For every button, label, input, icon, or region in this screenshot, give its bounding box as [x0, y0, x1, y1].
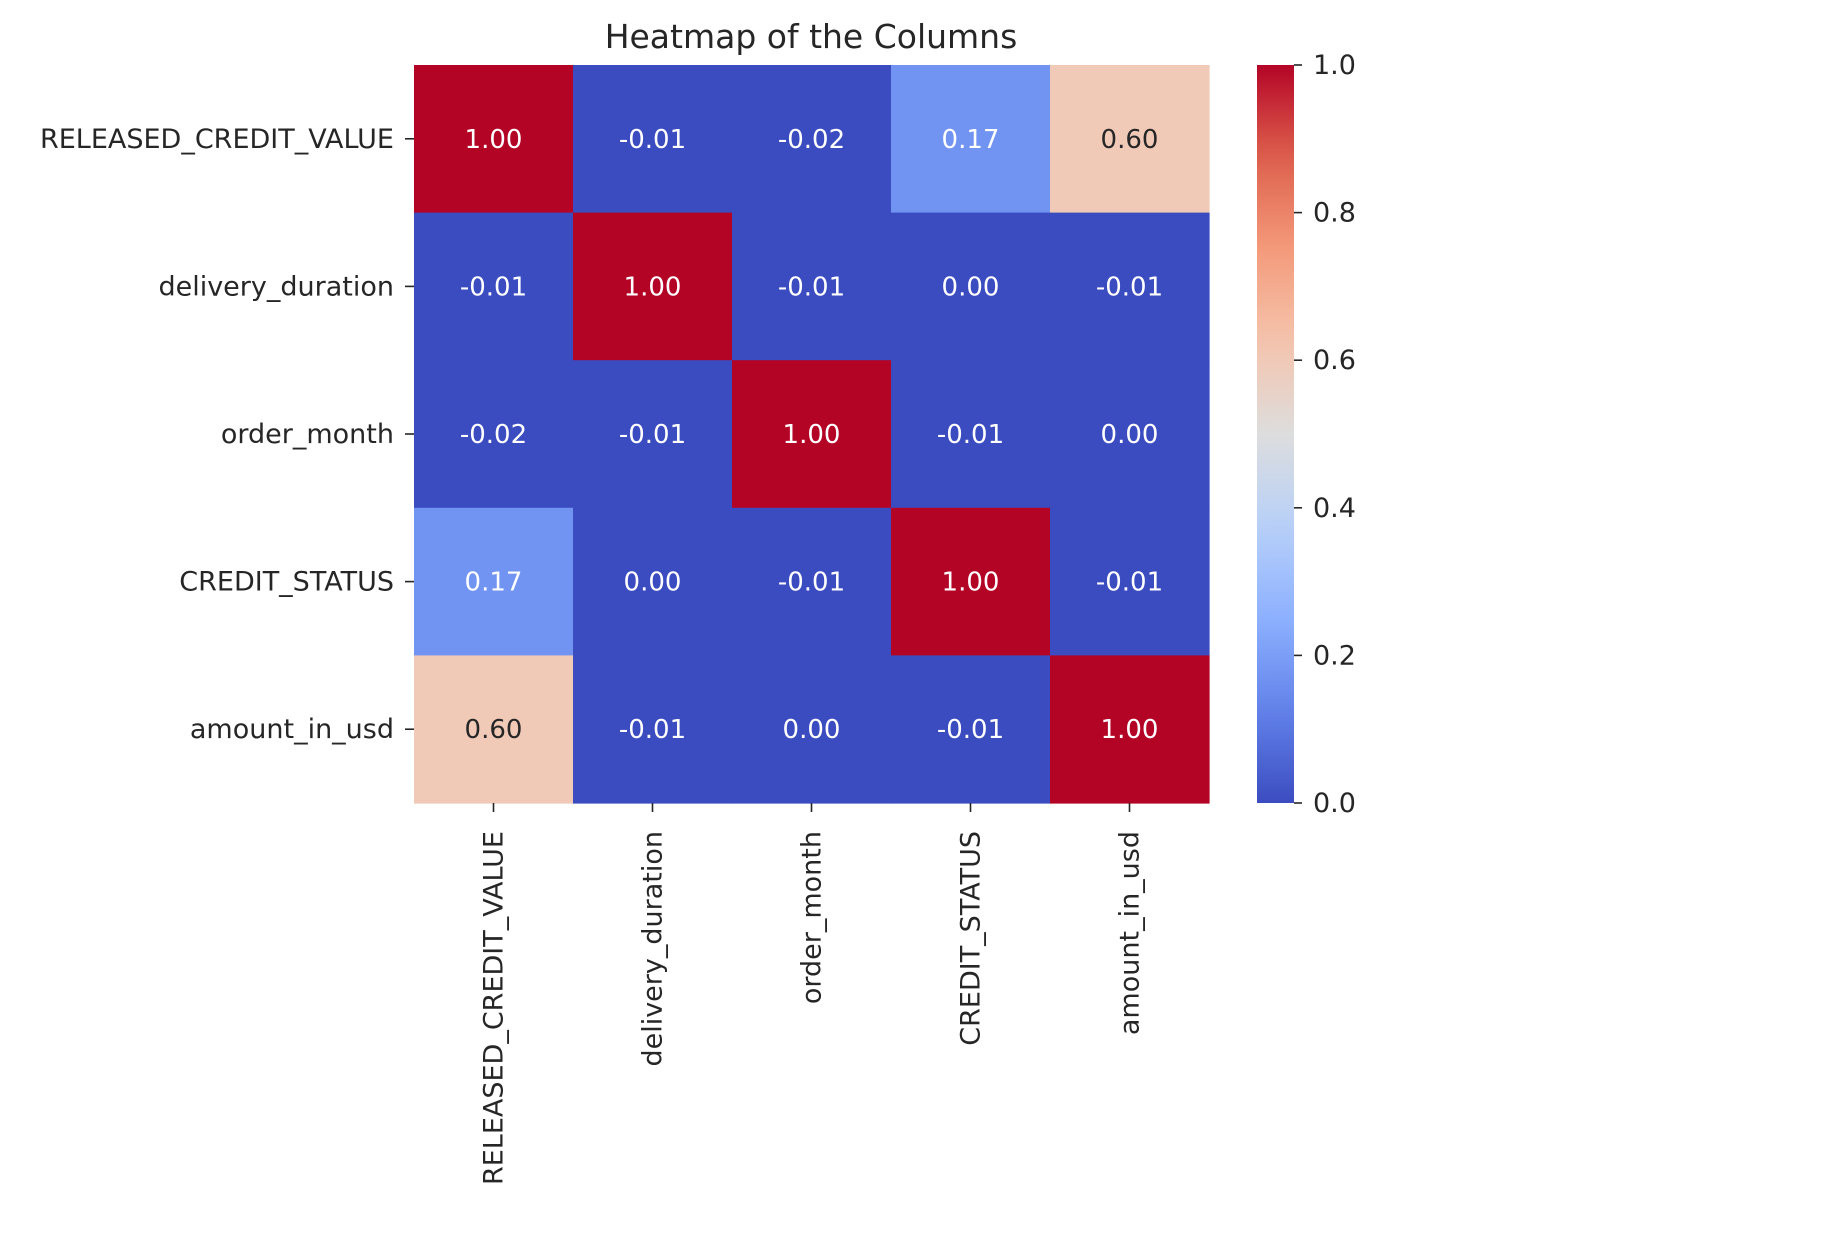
cell-value-label: 0.00: [783, 715, 841, 745]
y-tick-label: CREDIT_STATUS: [179, 567, 394, 598]
cell-value-label: -0.01: [619, 715, 686, 745]
cell-value-label: 0.00: [1101, 420, 1159, 450]
cell-value-label: 0.17: [942, 125, 1000, 155]
x-tick-label: amount_in_usd: [1115, 831, 1146, 1035]
y-tick-label: delivery_duration: [158, 271, 394, 302]
cell-value-label: -0.01: [778, 272, 845, 302]
x-tick-label: CREDIT_STATUS: [956, 831, 987, 1046]
cell-value-label: -0.02: [778, 125, 845, 155]
colorbar-gradient: [1257, 65, 1294, 803]
cell-value-label: 0.00: [624, 568, 682, 598]
x-tick-label: delivery_duration: [638, 831, 669, 1067]
chart-title: Heatmap of the Columns: [605, 17, 1018, 56]
y-tick-label: RELEASED_CREDIT_VALUE: [40, 124, 394, 155]
cell-value-label: -0.01: [937, 420, 1004, 450]
x-tick-label: order_month: [797, 831, 828, 1004]
cell-value-label: 0.60: [465, 715, 523, 745]
colorbar-ticks: 0.0 0.2 0.4 0.6 0.8 1.0: [1294, 50, 1356, 819]
heatmap-chart: Heatmap of the Columns 1.00 -0.01 -0.02 0.1…: [40, 17, 1356, 1185]
colorbar-tick-label: 1.0: [1313, 50, 1356, 81]
cell-value-label: 1.00: [624, 272, 682, 302]
x-tick-label: RELEASED_CREDIT_VALUE: [479, 831, 510, 1185]
colorbar: 0.0 0.2 0.4 0.6 0.8 1.0: [1257, 50, 1356, 819]
cell-value-label: 0.60: [1101, 125, 1159, 155]
colorbar-tick-label: 0.6: [1313, 345, 1356, 376]
cell-value-label: -0.01: [619, 125, 686, 155]
cell-value-label: 1.00: [783, 420, 841, 450]
cell-value-label: 0.00: [942, 272, 1000, 302]
colorbar-tick-label: 0.0: [1313, 788, 1356, 819]
heatmap-cells: 1.00 -0.01 -0.02 0.17 0.60 -0.01 1.00 -0.01 0.00…: [414, 65, 1210, 804]
cell-value-label: -0.01: [460, 272, 527, 302]
colorbar-tick-label: 0.4: [1313, 493, 1356, 524]
cell-value-label: 0.17: [465, 568, 523, 598]
cell-value-label: -0.01: [1096, 272, 1163, 302]
cell-value-label: 1.00: [942, 568, 1000, 598]
y-axis: RELEASED_CREDIT_VALUE delivery_durationor…: [40, 124, 414, 745]
cell-value-label: -0.01: [778, 568, 845, 598]
cell-value-label: -0.01: [1096, 568, 1163, 598]
y-tick-label: order_month: [221, 419, 394, 450]
cell-value-label: -0.02: [460, 420, 527, 450]
cell-value-label: 1.00: [1101, 715, 1159, 745]
cell-value-label: 1.00: [465, 125, 523, 155]
colorbar-tick-label: 0.8: [1313, 198, 1356, 229]
cell-value-label: -0.01: [619, 420, 686, 450]
y-tick-label: amount_in_usd: [190, 714, 394, 745]
cell-value-label: -0.01: [937, 715, 1004, 745]
x-axis: RELEASED_CREDIT_VALUE delivery_duration or…: [479, 803, 1146, 1185]
colorbar-tick-label: 0.2: [1313, 640, 1356, 671]
